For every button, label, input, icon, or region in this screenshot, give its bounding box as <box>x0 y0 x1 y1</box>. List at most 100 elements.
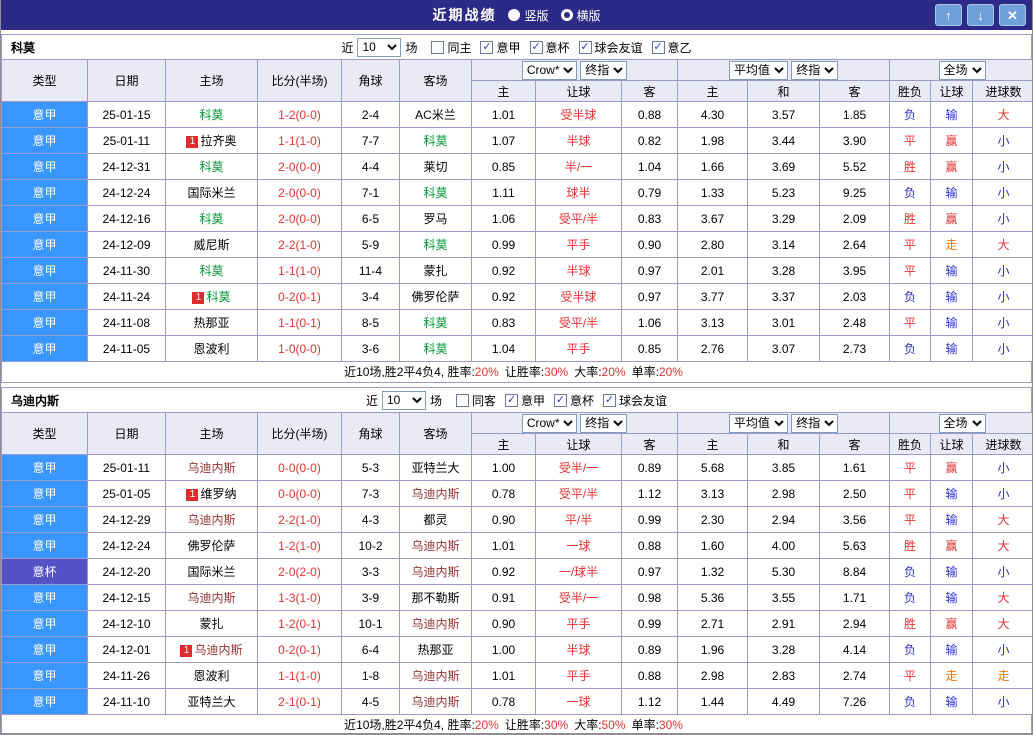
layout-radio-horizontal[interactable]: 横版 <box>560 7 601 24</box>
away-team-name: 乌迪内斯 <box>411 695 460 709</box>
filter-checkbox-球会友谊[interactable]: ✓ 球会友谊 <box>603 392 667 409</box>
games-count-select[interactable]: 10 <box>357 37 402 57</box>
away-team-cell[interactable]: 蒙扎 <box>399 257 472 284</box>
score-cell[interactable]: 0-0(0-0) <box>257 454 342 481</box>
score-cell[interactable]: 1-1(0-1) <box>257 309 342 336</box>
scroll-down-button[interactable]: ↓ <box>967 4 994 26</box>
away-team-cell[interactable]: 科莫 <box>399 309 472 336</box>
home-team-cell[interactable]: 科莫 <box>165 101 258 128</box>
avg-select[interactable]: 平均值 <box>728 60 788 80</box>
score-cell[interactable]: 2-2(1-0) <box>257 231 342 258</box>
away-team-cell[interactable]: 佛罗伦萨 <box>399 283 472 310</box>
away-team-cell[interactable]: 乌迪内斯 <box>399 662 472 689</box>
home-team-cell[interactable]: 国际米兰 <box>165 179 258 206</box>
home-team-cell[interactable]: 热那亚 <box>165 309 258 336</box>
score-cell[interactable]: 2-0(2-0) <box>257 558 342 585</box>
score-cell[interactable]: 2-0(0-0) <box>257 153 342 180</box>
home-team-cell[interactable]: 1 乌迪内斯 <box>165 636 258 663</box>
score-cell[interactable]: 2-2(1-0) <box>257 506 342 533</box>
score-cell[interactable]: 2-0(0-0) <box>257 205 342 232</box>
handicap-cell: 半/一 <box>535 153 622 180</box>
score-cell[interactable]: 0-2(0-1) <box>257 636 342 663</box>
score-cell[interactable]: 1-0(0-0) <box>257 335 342 362</box>
home-team-cell[interactable]: 国际米兰 <box>165 558 258 585</box>
checkbox-label: 同主 <box>447 40 472 55</box>
score-cell[interactable]: 1-2(1-0) <box>257 532 342 559</box>
away-team-cell[interactable]: 科莫 <box>399 231 472 258</box>
away-team-cell[interactable]: 乌迪内斯 <box>399 688 472 715</box>
home-team-cell[interactable]: 科莫 <box>165 153 258 180</box>
home-team-cell[interactable]: 1 维罗纳 <box>165 480 258 507</box>
score-cell[interactable]: 1-1(1-0) <box>257 257 342 284</box>
away-team-cell[interactable]: 那不勒斯 <box>399 584 472 611</box>
games-count-select[interactable]: 10 <box>381 390 426 410</box>
score-cell[interactable]: 2-0(0-0) <box>257 179 342 206</box>
away-team-cell[interactable]: AC米兰 <box>399 101 472 128</box>
filter-checkbox-意甲[interactable]: ✓ 意甲 <box>480 39 521 56</box>
home-team-cell[interactable]: 乌迪内斯 <box>165 584 258 611</box>
filter-checkbox-意杯[interactable]: ✓ 意杯 <box>554 392 594 409</box>
score-cell[interactable]: 1-2(0-1) <box>257 610 342 637</box>
home-team-cell[interactable]: 乌迪内斯 <box>165 454 258 481</box>
away-team-cell[interactable]: 乌迪内斯 <box>399 610 472 637</box>
home-team-cell[interactable]: 亚特兰大 <box>165 688 258 715</box>
odds-kind-select[interactable]: 终指 <box>580 60 628 80</box>
odds-source-select[interactable]: Crow* <box>521 60 577 80</box>
layout-radio-vertical[interactable]: 竖版 <box>508 7 549 24</box>
home-team-cell[interactable]: 乌迪内斯 <box>165 506 258 533</box>
score-cell[interactable]: 2-1(0-1) <box>257 688 342 715</box>
scope-select[interactable]: 全场 <box>938 60 986 80</box>
score-cell[interactable]: 0-2(0-1) <box>257 283 342 310</box>
away-team-cell[interactable]: 都灵 <box>399 506 472 533</box>
handicap-cell: 一球 <box>535 688 622 715</box>
summary-stat-value: 50% <box>601 718 626 732</box>
handicap-result-cell: 输 <box>930 309 974 336</box>
avg-select[interactable]: 平均值 <box>728 413 788 433</box>
home-team-cell[interactable]: 蒙扎 <box>165 610 258 637</box>
home-team-cell[interactable]: 恩波利 <box>165 335 258 362</box>
away-team-cell[interactable]: 热那亚 <box>399 636 472 663</box>
away-team-cell[interactable]: 罗马 <box>399 205 472 232</box>
team-name[interactable]: 乌迪内斯 <box>11 392 59 409</box>
score-cell[interactable]: 1-1(1-0) <box>257 127 342 154</box>
filter-checkbox-意甲[interactable]: ✓ 意甲 <box>505 392 545 409</box>
home-team-cell[interactable]: 1 拉齐奥 <box>165 127 258 154</box>
filter-checkbox-意乙[interactable]: ✓ 意乙 <box>651 39 692 56</box>
score-cell[interactable]: 1-3(1-0) <box>257 584 342 611</box>
score-cell[interactable]: 0-0(0-0) <box>257 480 342 507</box>
score-cell[interactable]: 1-2(0-0) <box>257 101 342 128</box>
away-team-cell[interactable]: 莱切 <box>399 153 472 180</box>
date-cell: 24-12-20 <box>87 558 166 585</box>
checkbox-checked-icon: ✓ <box>480 40 494 54</box>
home-team-cell[interactable]: 科莫 <box>165 205 258 232</box>
filter-checkbox-球会友谊[interactable]: ✓ 球会友谊 <box>578 39 643 56</box>
away-team-cell[interactable]: 亚特兰大 <box>399 454 472 481</box>
team-name[interactable]: 科莫 <box>11 39 35 56</box>
match-row: 意甲 25-01-11 乌迪内斯 0-0(0-0) 5-3 亚特兰大 1.00 受半/一 0.8… <box>1 454 1032 481</box>
result-cell: 负 <box>889 584 932 611</box>
scroll-up-button[interactable]: ↑ <box>935 4 962 26</box>
away-team-cell[interactable]: 乌迪内斯 <box>399 558 472 585</box>
away-team-cell[interactable]: 科莫 <box>399 127 472 154</box>
filter-checkbox-意杯[interactable]: ✓ 意杯 <box>529 39 570 56</box>
odds-kind-select[interactable]: 终指 <box>580 413 628 433</box>
avg-kind-select[interactable]: 终指 <box>791 413 839 433</box>
away-team-cell[interactable]: 乌迪内斯 <box>399 480 472 507</box>
odds-source-select[interactable]: Crow* <box>521 413 577 433</box>
home-team-cell[interactable]: 佛罗伦萨 <box>165 532 258 559</box>
home-team-cell[interactable]: 1 科莫 <box>165 283 258 310</box>
away-team-name: 亚特兰大 <box>411 461 460 475</box>
filter-checkbox-同主[interactable]: 同主 <box>431 39 471 56</box>
scope-select[interactable]: 全场 <box>938 413 986 433</box>
close-button[interactable]: ✕ <box>999 4 1026 26</box>
summary-stat-label: 大率: <box>574 365 602 379</box>
home-team-cell[interactable]: 恩波利 <box>165 662 258 689</box>
home-team-cell[interactable]: 科莫 <box>165 257 258 284</box>
away-team-cell[interactable]: 科莫 <box>399 179 472 206</box>
away-team-cell[interactable]: 科莫 <box>399 335 472 362</box>
avg-kind-select[interactable]: 终指 <box>791 60 839 80</box>
home-team-cell[interactable]: 威尼斯 <box>165 231 258 258</box>
score-cell[interactable]: 1-1(1-0) <box>257 662 342 689</box>
filter-checkbox-同客[interactable]: 同客 <box>455 392 496 409</box>
away-team-cell[interactable]: 乌迪内斯 <box>399 532 472 559</box>
